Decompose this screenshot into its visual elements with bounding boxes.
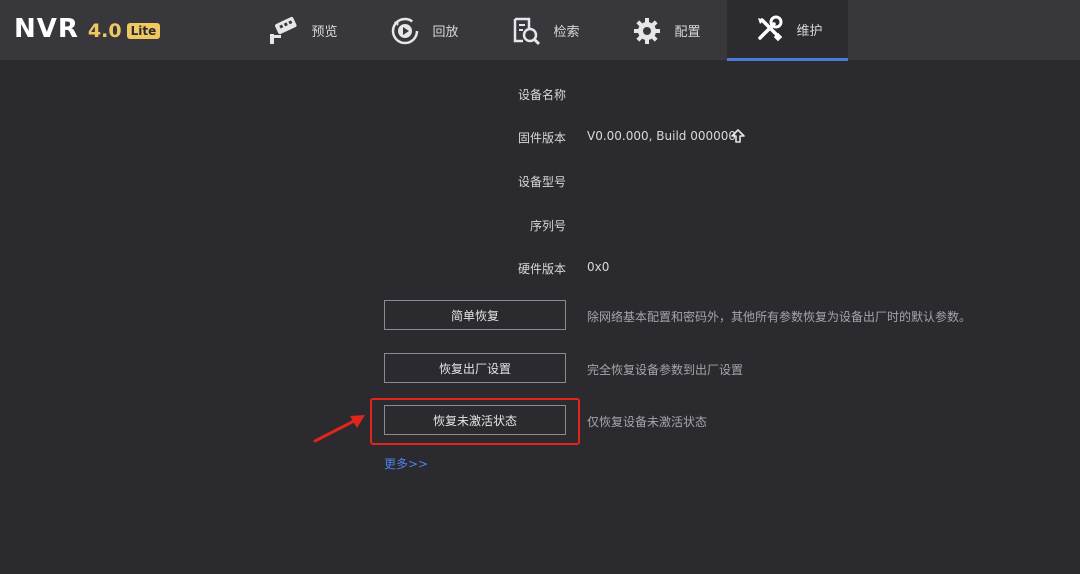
simple-restore-button[interactable]: 简单恢复 — [384, 300, 566, 330]
logo-edition-badge: Lite — [126, 23, 161, 39]
tools-icon — [752, 12, 786, 46]
firmware-label: 固件版本 — [517, 131, 566, 145]
tab-label: 检索 — [553, 25, 580, 40]
serial-label: 序列号 — [529, 219, 566, 233]
more-link[interactable]: 更多>> — [384, 455, 428, 472]
tab-label: 回放 — [432, 25, 459, 40]
firmware-value: V0.00.000, Build 000000 — [587, 129, 737, 143]
tab-config[interactable]: 配置 — [605, 0, 726, 61]
tab-maintenance[interactable]: 维护 — [727, 0, 848, 61]
logo-brand: NVR — [14, 14, 79, 44]
hardware-value: 0x0 — [587, 260, 610, 274]
app-logo: NVR 4.0 Lite — [14, 14, 161, 44]
search-file-icon — [509, 14, 543, 48]
annotation-arrow-icon — [313, 415, 365, 443]
hardware-label: 硬件版本 — [517, 262, 566, 276]
factory-reset-button[interactable]: 恢复出厂设置 — [384, 353, 566, 383]
upgrade-icon[interactable] — [730, 128, 746, 144]
tab-label: 配置 — [674, 25, 701, 40]
gear-icon — [630, 14, 664, 48]
tab-preview[interactable]: 预览 — [242, 0, 363, 61]
simple-restore-description: 除网络基本配置和密码外，其他所有参数恢复为设备出厂时的默认参数。 — [587, 310, 972, 324]
tab-label: 维护 — [796, 23, 823, 39]
restore-inactive-button[interactable]: 恢复未激活状态 — [384, 405, 566, 435]
logo-version: 4.0 — [87, 20, 122, 42]
tab-playback[interactable]: 回放 — [363, 0, 484, 61]
model-label: 设备型号 — [517, 175, 566, 189]
camera-icon — [267, 14, 301, 48]
tab-label: 预览 — [311, 25, 338, 40]
top-navigation-bar: NVR 4.0 Lite 预览 回放 检索 配置 维护 — [0, 0, 1080, 61]
device-name-label: 设备名称 — [517, 88, 566, 102]
factory-reset-description: 完全恢复设备参数到出厂设置 — [587, 363, 744, 377]
tab-search[interactable]: 检索 — [484, 0, 605, 61]
restore-inactive-description: 仅恢复设备未激活状态 — [587, 415, 708, 429]
playback-icon — [388, 14, 422, 48]
